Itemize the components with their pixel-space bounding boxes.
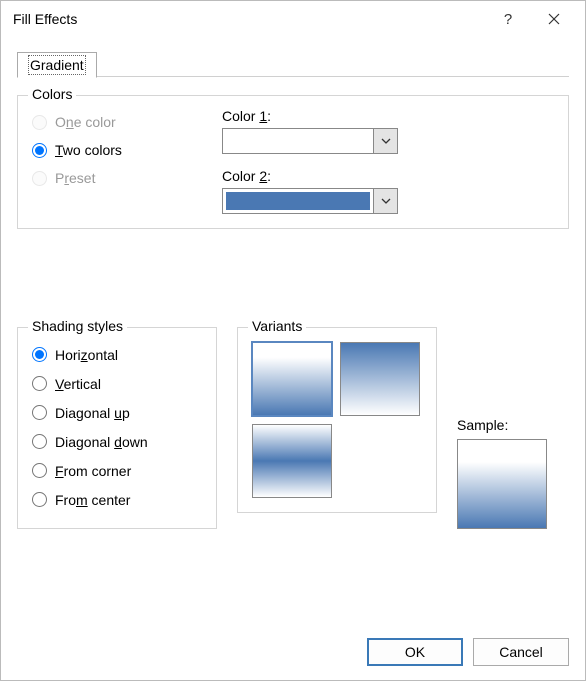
color1-label: Color 1: [222, 108, 554, 124]
radio-diagonal-down[interactable]: Diagonal down [32, 427, 202, 456]
close-icon [548, 13, 560, 25]
close-button[interactable] [531, 4, 577, 34]
color1-swatch [226, 132, 370, 150]
variants-group: Variants [237, 327, 437, 513]
help-button[interactable]: ? [485, 4, 531, 34]
shading-styles-label: Shading styles [28, 318, 127, 334]
radio-diagonal-up-input[interactable] [32, 405, 47, 420]
radio-from-center-input[interactable] [32, 492, 47, 507]
sample-section: Sample: [457, 317, 547, 529]
radio-from-corner-input[interactable] [32, 463, 47, 478]
chevron-down-icon [381, 198, 391, 204]
radio-from-corner[interactable]: From corner [32, 456, 202, 485]
radio-horizontal-label: Horizontal [55, 347, 118, 363]
tab-gradient[interactable]: Gradient [17, 52, 97, 78]
radio-two-colors[interactable]: Two colors [32, 136, 192, 164]
radio-preset: Preset [32, 164, 192, 192]
radio-preset-input [32, 171, 47, 186]
shading-styles-group: Shading styles Horizontal Vertical Diago… [17, 327, 217, 529]
color2-label: Color 2: [222, 168, 554, 184]
variants-label: Variants [248, 318, 306, 334]
colors-group-label: Colors [28, 86, 76, 102]
radio-horizontal[interactable]: Horizontal [32, 340, 202, 369]
radio-from-corner-label: From corner [55, 463, 131, 479]
color2-dropdown[interactable] [222, 188, 398, 214]
color2-chevron [373, 189, 397, 213]
sample-label: Sample: [457, 417, 547, 433]
dialog-buttons: OK Cancel [17, 624, 569, 666]
radio-horizontal-input[interactable] [32, 347, 47, 362]
colors-group: Colors One color Two colors Preset [17, 95, 569, 229]
cancel-button[interactable]: Cancel [473, 638, 569, 666]
radio-from-center[interactable]: From center [32, 485, 202, 514]
radio-diagonal-up-label: Diagonal up [55, 405, 130, 421]
radio-from-center-label: From center [55, 492, 130, 508]
color1-chevron [373, 129, 397, 153]
color1-dropdown[interactable] [222, 128, 398, 154]
sample-preview [457, 439, 547, 529]
titlebar: Fill Effects ? [1, 1, 585, 37]
radio-one-color-input [32, 115, 47, 130]
radio-diagonal-down-label: Diagonal down [55, 434, 148, 450]
radio-preset-label: Preset [55, 170, 95, 186]
tabstrip: Gradient [17, 49, 569, 77]
radio-diagonal-up[interactable]: Diagonal up [32, 398, 202, 427]
chevron-down-icon [381, 138, 391, 144]
radio-diagonal-down-input[interactable] [32, 434, 47, 449]
variant-2[interactable] [340, 342, 420, 416]
radio-vertical-label: Vertical [55, 376, 101, 392]
radio-one-color-label: One color [55, 114, 116, 130]
radio-vertical[interactable]: Vertical [32, 369, 202, 398]
color2-swatch [226, 192, 370, 210]
radio-one-color: One color [32, 108, 192, 136]
dialog-title: Fill Effects [13, 11, 485, 27]
variant-3[interactable] [252, 424, 332, 498]
radio-two-colors-label: Two colors [55, 142, 122, 158]
ok-button[interactable]: OK [367, 638, 463, 666]
radio-vertical-input[interactable] [32, 376, 47, 391]
variant-1[interactable] [252, 342, 332, 416]
fill-effects-dialog: Fill Effects ? Gradient Colors One color [0, 0, 586, 681]
radio-two-colors-input[interactable] [32, 143, 47, 158]
